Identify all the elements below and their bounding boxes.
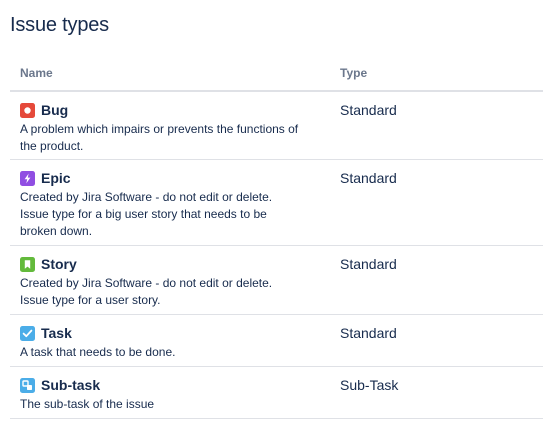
description-line: Issue type for a user story.: [20, 293, 161, 307]
issue-type-description: Created by Jira Software - do not edit o…: [20, 189, 325, 240]
table-row: Story Created by Jira Software - do not …: [10, 246, 543, 315]
type-cell: Standard: [340, 256, 397, 272]
table-row: Epic Created by Jira Software - do not e…: [10, 160, 543, 246]
issue-type-name: Epic: [41, 170, 71, 186]
epic-lightning-icon: [20, 170, 35, 186]
story-bookmark-icon: [20, 256, 35, 272]
name-cell: Story Created by Jira Software - do not …: [20, 255, 325, 309]
description-line: A problem which impairs or prevents the …: [20, 122, 299, 136]
column-header-name: Name: [20, 66, 53, 80]
description-line: A task that needs to be done.: [20, 345, 176, 359]
name-cell: Bug A problem which impairs or prevents …: [20, 101, 325, 155]
name-cell: Sub-task The sub-task of the issue: [20, 376, 325, 413]
issue-type-description: A task that needs to be done.: [20, 344, 325, 361]
type-cell: Standard: [340, 102, 397, 118]
issue-type-description: A problem which impairs or prevents the …: [20, 121, 325, 155]
issue-type-description: The sub-task of the issue: [20, 396, 325, 413]
description-line: The sub-task of the issue: [20, 397, 155, 411]
type-cell: Standard: [340, 170, 397, 186]
issue-type-name: Bug: [41, 102, 69, 118]
name-cell: Epic Created by Jira Software - do not e…: [20, 169, 325, 240]
table-row: Bug A problem which impairs or prevents …: [10, 92, 543, 160]
issue-type-name: Story: [41, 256, 77, 272]
subtask-icon: [20, 377, 35, 393]
description-line: Issue type for a big user story that nee…: [20, 207, 267, 221]
task-checkmark-icon: [20, 325, 35, 341]
type-cell: Standard: [340, 325, 397, 341]
name-cell: Task A task that needs to be done.: [20, 324, 325, 361]
issue-type-description: Created by Jira Software - do not edit o…: [20, 275, 325, 309]
bug-icon: [20, 102, 35, 118]
description-line: broken down.: [20, 224, 93, 238]
description-line: the product.: [20, 139, 84, 153]
column-header-type: Type: [340, 66, 368, 80]
table-header: Name Type: [10, 60, 543, 92]
description-line: Created by Jira Software - do not edit o…: [20, 276, 273, 290]
description-line: Created by Jira Software - do not edit o…: [20, 190, 273, 204]
issue-type-name: Sub-task: [41, 377, 101, 393]
table-row: Sub-task The sub-task of the issue Sub-T…: [10, 367, 543, 419]
type-cell: Sub-Task: [340, 377, 399, 393]
issue-types-table: Name Type Bug A problem which impairs or…: [10, 60, 543, 419]
table-row: Task A task that needs to be done. Stand…: [10, 315, 543, 367]
issue-type-name: Task: [41, 325, 72, 341]
page-title: Issue types: [10, 14, 109, 36]
